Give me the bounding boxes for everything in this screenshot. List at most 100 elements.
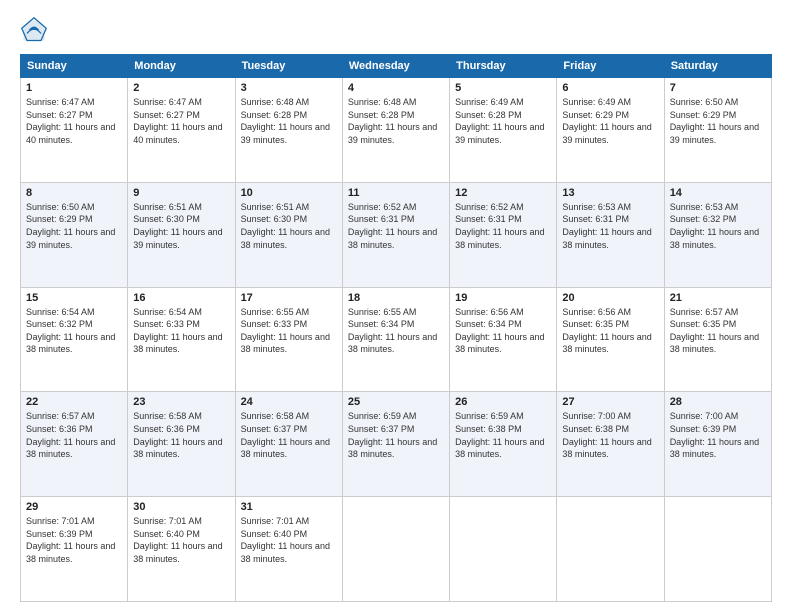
day-number: 3	[241, 82, 337, 94]
day-content: Sunrise: 6:52 AMSunset: 6:31 PMDaylight:…	[348, 201, 444, 251]
day-number: 27	[562, 396, 658, 408]
calendar-week-1: 8 Sunrise: 6:50 AMSunset: 6:29 PMDaylight…	[21, 182, 772, 287]
calendar-cell: 3 Sunrise: 6:48 AMSunset: 6:28 PMDaylight…	[235, 78, 342, 183]
header	[20, 16, 772, 44]
day-number: 26	[455, 396, 551, 408]
calendar-cell: 31Sunrise: 7:01 AMSunset: 6:40 PMDayligh…	[235, 497, 342, 602]
day-number: 4	[348, 82, 444, 94]
day-number: 5	[455, 82, 551, 94]
calendar-cell: 23Sunrise: 6:58 AMSunset: 6:36 PMDayligh…	[128, 392, 235, 497]
calendar-cell: 10 Sunrise: 6:51 AMSunset: 6:30 PMDayligh…	[235, 182, 342, 287]
calendar-cell: 22 Sunrise: 6:57 AMSunset: 6:36 PMDayligh…	[21, 392, 128, 497]
day-content: Sunrise: 7:00 AMSunset: 6:39 PMDaylight:…	[670, 410, 766, 460]
day-number: 8	[26, 187, 122, 199]
calendar-cell: 13 Sunrise: 6:53 AMSunset: 6:31 PMDayligh…	[557, 182, 664, 287]
calendar-cell: 20 Sunrise: 6:56 AMSunset: 6:35 PMDayligh…	[557, 287, 664, 392]
day-content: Sunrise: 6:55 AMSunset: 6:33 PMDaylight:…	[241, 306, 337, 356]
day-content: Sunrise: 6:58 AMSunset: 6:37 PMDaylight:…	[241, 410, 337, 460]
calendar-cell: 11Sunrise: 6:52 AMSunset: 6:31 PMDayligh…	[342, 182, 449, 287]
day-number: 15	[26, 292, 122, 304]
calendar-cell: 30 Sunrise: 7:01 AMSunset: 6:40 PMDayligh…	[128, 497, 235, 602]
day-number: 17	[241, 292, 337, 304]
day-number: 6	[562, 82, 658, 94]
calendar-table: SundayMondayTuesdayWednesdayThursdayFrid…	[20, 54, 772, 602]
day-content: Sunrise: 6:51 AMSunset: 6:30 PMDaylight:…	[133, 201, 229, 251]
day-number: 9	[133, 187, 229, 199]
day-number: 7	[670, 82, 766, 94]
calendar-cell: 9 Sunrise: 6:51 AMSunset: 6:30 PMDaylight…	[128, 182, 235, 287]
day-content: Sunrise: 6:49 AMSunset: 6:29 PMDaylight:…	[562, 96, 658, 146]
calendar-cell: 24 Sunrise: 6:58 AMSunset: 6:37 PMDayligh…	[235, 392, 342, 497]
day-content: Sunrise: 7:01 AMSunset: 6:39 PMDaylight:…	[26, 515, 122, 565]
calendar-cell: 1 Sunrise: 6:47 AMSunset: 6:27 PMDaylight…	[21, 78, 128, 183]
calendar-cell: 8 Sunrise: 6:50 AMSunset: 6:29 PMDaylight…	[21, 182, 128, 287]
day-content: Sunrise: 6:57 AMSunset: 6:36 PMDaylight:…	[26, 410, 122, 460]
day-content: Sunrise: 6:54 AMSunset: 6:32 PMDaylight:…	[26, 306, 122, 356]
calendar-cell: 15 Sunrise: 6:54 AMSunset: 6:32 PMDayligh…	[21, 287, 128, 392]
day-number: 14	[670, 187, 766, 199]
calendar-cell: 28 Sunrise: 7:00 AMSunset: 6:39 PMDayligh…	[664, 392, 771, 497]
day-content: Sunrise: 6:49 AMSunset: 6:28 PMDaylight:…	[455, 96, 551, 146]
calendar-cell: 26 Sunrise: 6:59 AMSunset: 6:38 PMDayligh…	[450, 392, 557, 497]
calendar-cell: 16 Sunrise: 6:54 AMSunset: 6:33 PMDayligh…	[128, 287, 235, 392]
calendar-cell	[450, 497, 557, 602]
calendar-week-2: 15 Sunrise: 6:54 AMSunset: 6:32 PMDayligh…	[21, 287, 772, 392]
day-number: 21	[670, 292, 766, 304]
day-content: Sunrise: 6:56 AMSunset: 6:34 PMDaylight:…	[455, 306, 551, 356]
header-friday: Friday	[557, 55, 664, 78]
day-content: Sunrise: 6:56 AMSunset: 6:35 PMDaylight:…	[562, 306, 658, 356]
day-content: Sunrise: 6:48 AMSunset: 6:28 PMDaylight:…	[241, 96, 337, 146]
calendar-week-4: 29Sunrise: 7:01 AMSunset: 6:39 PMDayligh…	[21, 497, 772, 602]
day-content: Sunrise: 6:50 AMSunset: 6:29 PMDaylight:…	[670, 96, 766, 146]
calendar-week-3: 22 Sunrise: 6:57 AMSunset: 6:36 PMDayligh…	[21, 392, 772, 497]
calendar-cell: 2 Sunrise: 6:47 AMSunset: 6:27 PMDaylight…	[128, 78, 235, 183]
logo-icon	[20, 16, 48, 44]
day-content: Sunrise: 6:51 AMSunset: 6:30 PMDaylight:…	[241, 201, 337, 251]
day-number: 20	[562, 292, 658, 304]
calendar-cell	[342, 497, 449, 602]
day-content: Sunrise: 6:48 AMSunset: 6:28 PMDaylight:…	[348, 96, 444, 146]
calendar-cell: 12Sunrise: 6:52 AMSunset: 6:31 PMDayligh…	[450, 182, 557, 287]
day-content: Sunrise: 6:53 AMSunset: 6:32 PMDaylight:…	[670, 201, 766, 251]
header-sunday: Sunday	[21, 55, 128, 78]
day-number: 2	[133, 82, 229, 94]
day-number: 13	[562, 187, 658, 199]
calendar-cell: 4 Sunrise: 6:48 AMSunset: 6:28 PMDaylight…	[342, 78, 449, 183]
day-number: 10	[241, 187, 337, 199]
day-content: Sunrise: 7:00 AMSunset: 6:38 PMDaylight:…	[562, 410, 658, 460]
day-content: Sunrise: 6:47 AMSunset: 6:27 PMDaylight:…	[133, 96, 229, 146]
day-number: 30	[133, 501, 229, 513]
calendar-cell	[664, 497, 771, 602]
day-number: 18	[348, 292, 444, 304]
day-number: 1	[26, 82, 122, 94]
day-number: 23	[133, 396, 229, 408]
page: SundayMondayTuesdayWednesdayThursdayFrid…	[0, 0, 792, 612]
day-content: Sunrise: 6:50 AMSunset: 6:29 PMDaylight:…	[26, 201, 122, 251]
calendar-cell: 14 Sunrise: 6:53 AMSunset: 6:32 PMDayligh…	[664, 182, 771, 287]
day-number: 22	[26, 396, 122, 408]
day-number: 16	[133, 292, 229, 304]
day-content: Sunrise: 6:54 AMSunset: 6:33 PMDaylight:…	[133, 306, 229, 356]
day-content: Sunrise: 6:47 AMSunset: 6:27 PMDaylight:…	[26, 96, 122, 146]
day-content: Sunrise: 6:57 AMSunset: 6:35 PMDaylight:…	[670, 306, 766, 356]
day-content: Sunrise: 6:59 AMSunset: 6:37 PMDaylight:…	[348, 410, 444, 460]
calendar-cell: 21 Sunrise: 6:57 AMSunset: 6:35 PMDayligh…	[664, 287, 771, 392]
calendar-header-row: SundayMondayTuesdayWednesdayThursdayFrid…	[21, 55, 772, 78]
calendar-cell: 19Sunrise: 6:56 AMSunset: 6:34 PMDayligh…	[450, 287, 557, 392]
logo	[20, 16, 52, 44]
calendar-cell: 25Sunrise: 6:59 AMSunset: 6:37 PMDayligh…	[342, 392, 449, 497]
day-content: Sunrise: 6:59 AMSunset: 6:38 PMDaylight:…	[455, 410, 551, 460]
header-monday: Monday	[128, 55, 235, 78]
calendar-cell: 17 Sunrise: 6:55 AMSunset: 6:33 PMDayligh…	[235, 287, 342, 392]
day-content: Sunrise: 6:55 AMSunset: 6:34 PMDaylight:…	[348, 306, 444, 356]
day-number: 28	[670, 396, 766, 408]
calendar-cell: 29Sunrise: 7:01 AMSunset: 6:39 PMDayligh…	[21, 497, 128, 602]
day-content: Sunrise: 7:01 AMSunset: 6:40 PMDaylight:…	[133, 515, 229, 565]
day-number: 24	[241, 396, 337, 408]
day-number: 31	[241, 501, 337, 513]
header-saturday: Saturday	[664, 55, 771, 78]
day-content: Sunrise: 6:53 AMSunset: 6:31 PMDaylight:…	[562, 201, 658, 251]
calendar-cell: 7 Sunrise: 6:50 AMSunset: 6:29 PMDaylight…	[664, 78, 771, 183]
header-thursday: Thursday	[450, 55, 557, 78]
calendar-cell: 18 Sunrise: 6:55 AMSunset: 6:34 PMDayligh…	[342, 287, 449, 392]
